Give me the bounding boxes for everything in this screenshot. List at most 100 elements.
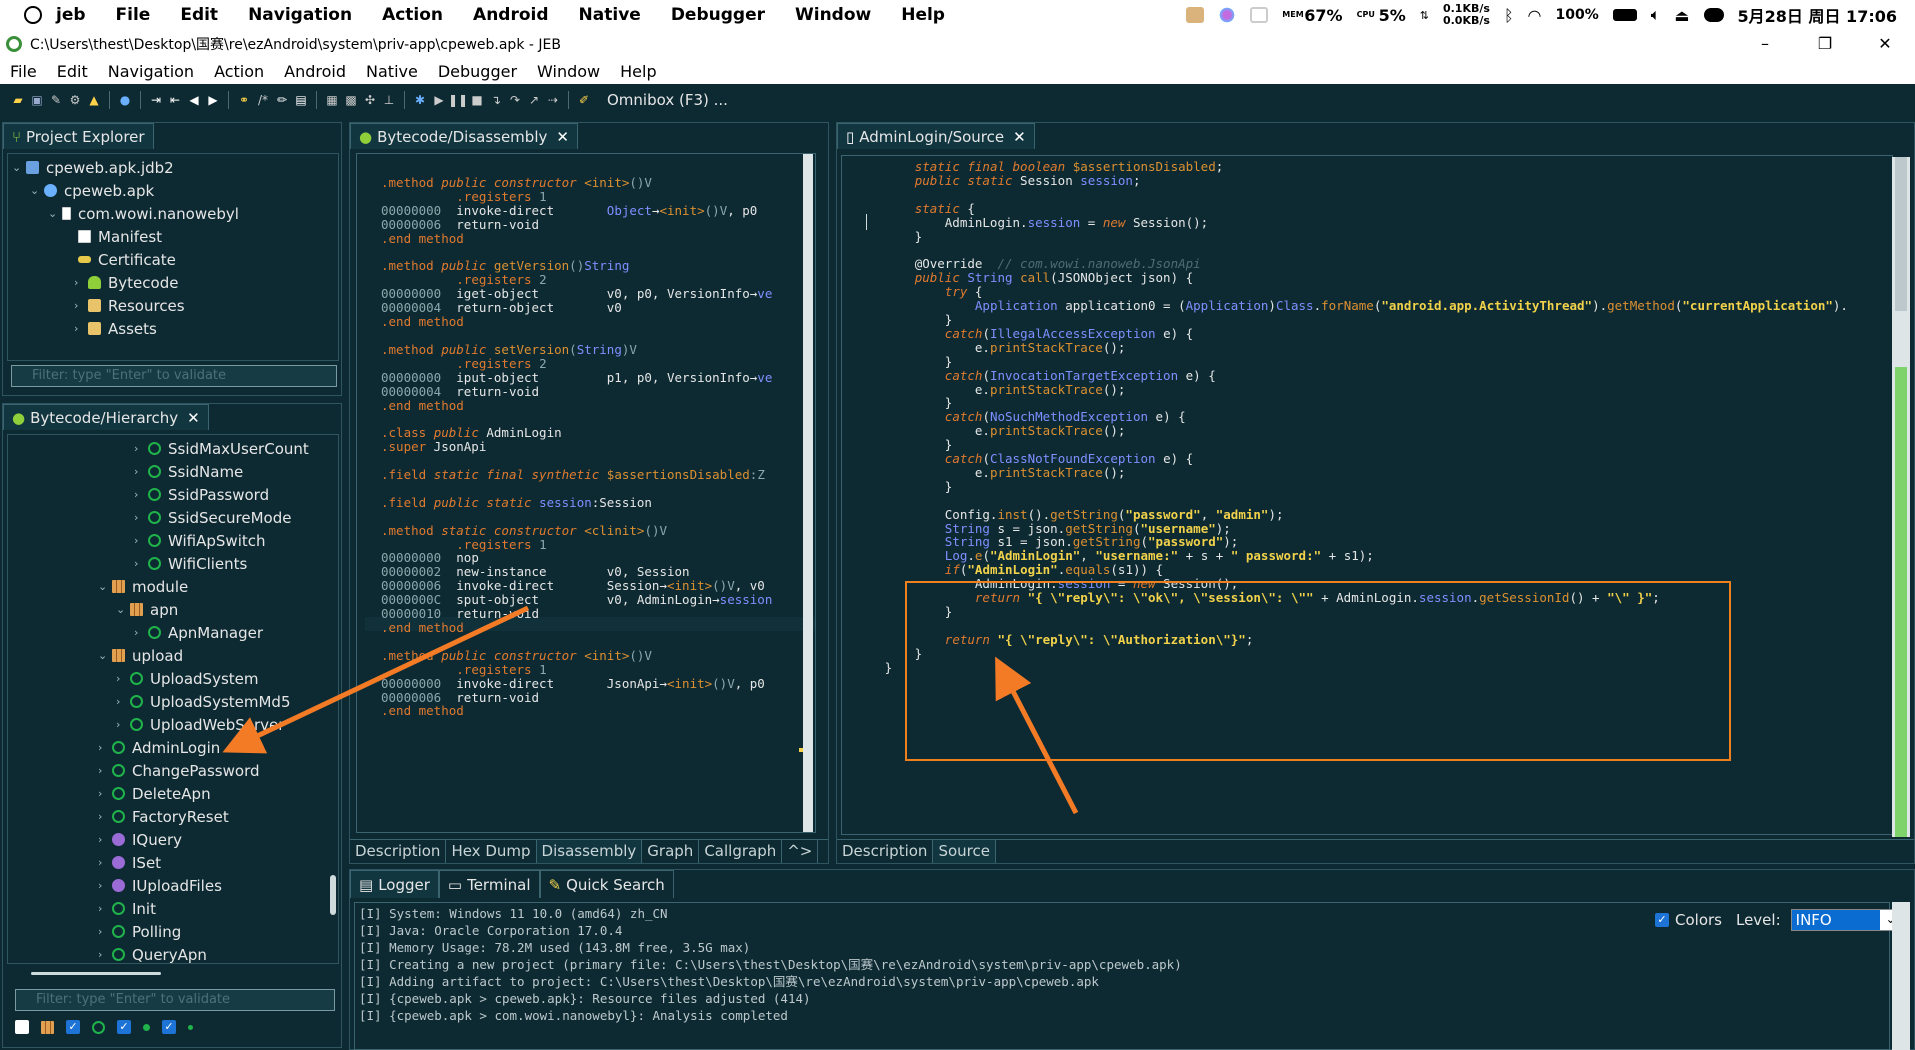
pause-icon[interactable]: ❚❚ xyxy=(448,92,468,108)
tree-item-bytecode[interactable]: › Bytecode xyxy=(74,271,178,294)
tab-terminal[interactable]: ▭ Terminal xyxy=(438,870,540,898)
hierarchy-vertical-scrollbar[interactable] xyxy=(330,875,336,915)
tab-bytecode-disassembly[interactable]: ● Bytecode/Disassembly ✕ xyxy=(350,123,578,149)
disassembly-code-view[interactable]: .method public constructor <init>()V .re… xyxy=(356,153,816,833)
tree-item-class[interactable]: › UploadSystem xyxy=(116,667,259,690)
tab-graph[interactable]: Graph xyxy=(642,840,700,863)
tab-callgraph[interactable]: Callgraph xyxy=(699,840,783,863)
gear-icon[interactable]: ⚙ xyxy=(67,92,83,108)
menu-file[interactable]: File xyxy=(10,62,37,81)
blocks-icon[interactable]: ▩ xyxy=(343,92,359,108)
tree-item-class[interactable]: › SsidMaxUserCount xyxy=(134,437,309,460)
menu-help[interactable]: Help xyxy=(620,62,656,81)
comment-icon[interactable]: /* xyxy=(255,92,271,108)
tree-item-package[interactable]: ⌄ module xyxy=(98,575,188,598)
tree-item-class[interactable]: › WifiClients xyxy=(134,552,247,575)
tab-source-description[interactable]: Description xyxy=(837,840,934,863)
tree-item-class[interactable]: › SsidSecureMode xyxy=(134,506,291,529)
run-to-icon[interactable]: ⇢ xyxy=(545,92,561,108)
tree-item-class[interactable]: › UploadWebServer xyxy=(116,713,284,736)
close-tab-icon[interactable]: ✕ xyxy=(1013,128,1026,146)
tree-item-assets[interactable]: › Assets xyxy=(74,317,157,340)
tab-hex-dump[interactable]: Hex Dump xyxy=(446,840,537,863)
debug-icon[interactable]: ✱ xyxy=(412,92,428,108)
wrench-icon[interactable]: ✎ xyxy=(48,92,64,108)
link-icon[interactable]: ⚭ xyxy=(236,92,252,108)
pencil-icon[interactable]: ✏ xyxy=(274,92,290,108)
source-scrollbar-thumb[interactable] xyxy=(1895,157,1907,311)
system-menu-file[interactable]: File xyxy=(116,5,151,25)
eject-icon[interactable]: ⏏ xyxy=(1674,6,1689,25)
system-menu-navigation[interactable]: Navigation xyxy=(248,5,352,25)
disassembly-scrollbar-track[interactable] xyxy=(803,154,813,832)
menu-android[interactable]: Android xyxy=(284,62,346,81)
tree-item-class[interactable]: › QueryApn xyxy=(98,943,207,964)
decompile-icon[interactable]: ▦ xyxy=(324,92,340,108)
tree-item-interface[interactable]: › IUploadFiles xyxy=(98,874,222,897)
checkbox-checked[interactable]: ✓ xyxy=(117,1020,131,1034)
menu-edit[interactable]: Edit xyxy=(57,62,88,81)
wifi-icon[interactable]: ◠ xyxy=(1528,6,1542,25)
forward-icon[interactable]: ▶ xyxy=(205,92,221,108)
hierarchy-horizontal-scrollbar[interactable] xyxy=(31,972,161,975)
menu-debugger[interactable]: Debugger xyxy=(438,62,517,81)
tree-item-class-adminlogin[interactable]: › AdminLogin xyxy=(98,736,220,759)
tree-icon[interactable]: ⊥ xyxy=(381,92,397,108)
tree-item-apk[interactable]: ⌄ cpeweb.apk xyxy=(30,179,154,202)
minimize-button[interactable]: – xyxy=(1735,30,1795,58)
volume-icon[interactable]: 🔈︎ xyxy=(1651,5,1661,25)
graph-icon[interactable]: ✣ xyxy=(362,92,378,108)
hierarchy-filter-input[interactable]: Filter: type "Enter" to validate xyxy=(15,989,335,1011)
step-into-icon[interactable]: ↴ xyxy=(488,92,504,108)
tab-logger[interactable]: ▤ Logger xyxy=(350,870,439,898)
window-tray-icon[interactable] xyxy=(1250,7,1269,23)
menu-window[interactable]: Window xyxy=(537,62,600,81)
system-menu-window[interactable]: Window xyxy=(795,5,871,25)
open-icon[interactable]: ▰ xyxy=(10,92,26,108)
checkbox-checked[interactable]: ✓ xyxy=(66,1020,80,1034)
run-icon[interactable]: ▶ xyxy=(431,92,447,108)
menu-navigation[interactable]: Navigation xyxy=(108,62,194,81)
tree-item-package[interactable]: ⌄ apn xyxy=(116,598,178,621)
tab-description[interactable]: Description xyxy=(350,840,447,863)
battery-icon[interactable] xyxy=(1612,9,1637,21)
source-scrollbar-track[interactable] xyxy=(1892,157,1910,837)
system-menu-debugger[interactable]: Debugger xyxy=(671,5,765,25)
step-out-icon[interactable]: ↗ xyxy=(526,92,542,108)
tree-item-class[interactable]: › SsidPassword xyxy=(134,483,269,506)
tree-item-class[interactable]: › UploadSystemMd5 xyxy=(116,690,291,713)
tree-item-package[interactable]: ⌄ upload xyxy=(98,644,183,667)
tree-item-class[interactable]: › DeleteApn xyxy=(98,782,211,805)
import-icon[interactable]: ⇤ xyxy=(167,92,183,108)
dots-tray-icon[interactable] xyxy=(1218,7,1237,23)
cat-tray-icon[interactable] xyxy=(1186,7,1205,23)
tree-item-manifest[interactable]: Manifest xyxy=(78,225,162,248)
tab-adminlogin-source[interactable]: ▯ AdminLogin/Source ✕ xyxy=(837,123,1035,149)
system-menu-android[interactable]: Android xyxy=(473,5,549,25)
tree-item-interface[interactable]: › IQuery xyxy=(98,828,182,851)
tree-item-class[interactable]: › Polling xyxy=(98,920,181,943)
tab-disassembly[interactable]: Disassembly xyxy=(536,840,643,863)
close-tab-icon[interactable]: ✕ xyxy=(556,128,569,146)
page-icon[interactable]: ▤ xyxy=(293,92,309,108)
brush-icon[interactable]: ✐ xyxy=(576,92,592,108)
tab-quick-search[interactable]: ✎ Quick Search xyxy=(539,870,674,898)
tree-item-class[interactable]: › WifiApSwitch xyxy=(134,529,266,552)
back-icon[interactable]: ◀ xyxy=(186,92,202,108)
menu-native[interactable]: Native xyxy=(366,62,418,81)
maximize-button[interactable]: ❐ xyxy=(1795,30,1855,58)
tab-bytecode-hierarchy[interactable]: ● Bytecode/Hierarchy ✕ xyxy=(3,404,209,430)
logger-scrollbar-track[interactable] xyxy=(1892,902,1910,1050)
stop-icon[interactable]: ■ xyxy=(469,92,485,108)
datetime[interactable]: 5月28日 周日 17:06 xyxy=(1738,3,1897,27)
tree-item-class[interactable]: › SsidName xyxy=(134,460,243,483)
tree-item-certificate[interactable]: Certificate xyxy=(78,248,176,271)
tab-source[interactable]: Source xyxy=(933,840,996,863)
tree-item-interface[interactable]: › ISet xyxy=(98,851,161,874)
bluetooth-icon[interactable]: ᛒ xyxy=(1504,6,1514,25)
save-icon[interactable]: ▣ xyxy=(29,92,45,108)
warning-icon[interactable]: ▲ xyxy=(86,92,102,108)
system-menu-help[interactable]: Help xyxy=(901,5,945,25)
tab-overflow[interactable]: ^> xyxy=(782,840,819,863)
project-filter-input[interactable]: Filter: type "Enter" to validate xyxy=(11,365,337,387)
